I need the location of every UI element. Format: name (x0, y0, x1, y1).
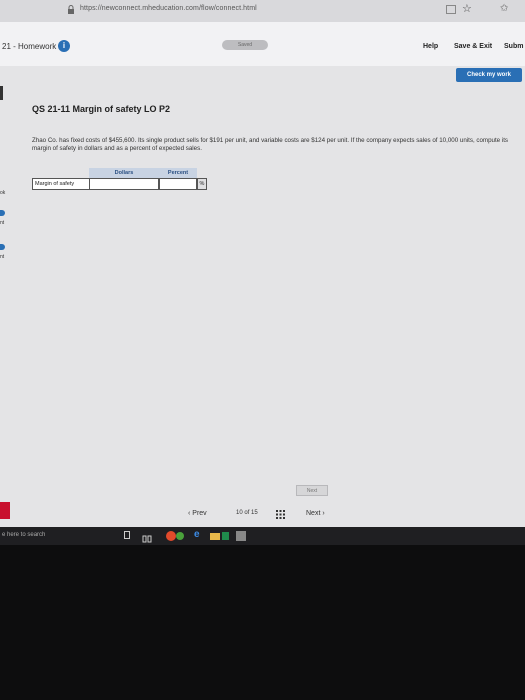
favorites-icon[interactable]: ✩ (500, 3, 508, 14)
save-exit-button[interactable]: Save & Exit (454, 43, 492, 50)
sidebar-label: nt (0, 220, 5, 226)
microphone-icon[interactable] (124, 531, 130, 539)
next-label: Next (306, 510, 321, 517)
row-label-margin-of-safety: Margin of safety (32, 178, 89, 190)
mheducation-logo (0, 502, 10, 519)
sidebar-label: ok (0, 190, 6, 196)
bookmark-star-icon[interactable]: ☆ (462, 2, 472, 15)
chevron-right-icon: › (320, 510, 325, 517)
app-icon[interactable] (176, 532, 184, 540)
taskbar-search[interactable]: e here to search (2, 532, 45, 538)
check-my-work-button[interactable]: Check my work (456, 68, 522, 82)
question-text: Zhao Co. has fixed costs of $455,600. It… (32, 137, 509, 152)
assignment-title: 21 - Homework (2, 42, 57, 51)
screen: https://newconnect.mheducation.com/flow/… (0, 0, 525, 545)
info-icon[interactable]: i (58, 40, 70, 52)
page-current: 10 (236, 510, 243, 516)
store-icon[interactable] (222, 532, 229, 540)
sidebar-label: nt (0, 254, 5, 260)
question-sidebar: ok nt nt (0, 86, 8, 526)
header-dollars: Dollars (89, 168, 159, 178)
next-link[interactable]: Next › (306, 510, 325, 517)
help-button[interactable]: Help (423, 43, 438, 50)
sidebar-indicator[interactable] (0, 244, 5, 250)
folder-icon[interactable] (210, 533, 220, 540)
edge-icon[interactable]: e (194, 529, 204, 540)
percent-symbol: % (197, 178, 207, 190)
sidebar-marker (0, 86, 3, 100)
lock-icon (68, 5, 74, 14)
prev-label: Prev (192, 510, 207, 517)
sidebar-indicator[interactable] (0, 210, 5, 216)
header-percent: Percent (159, 168, 197, 178)
dollars-input[interactable] (89, 178, 159, 190)
percent-input[interactable] (159, 178, 197, 190)
submit-button[interactable]: Subm (504, 43, 523, 50)
saved-indicator: Saved (222, 40, 268, 50)
calculator-icon[interactable] (236, 531, 246, 541)
app-header: 21 - Homework i Saved Help Save & Exit S… (0, 22, 525, 66)
taskbar: e here to search e (0, 527, 525, 545)
url-text[interactable]: https://newconnect.mheducation.com/flow/… (80, 5, 257, 12)
prev-link[interactable]: ‹ Prev (188, 510, 207, 517)
page-total: 15 (251, 510, 258, 516)
page-of: of (244, 510, 250, 516)
grid-icon[interactable] (276, 510, 285, 519)
reader-icon[interactable] (446, 5, 456, 14)
next-button[interactable]: Next (296, 485, 328, 496)
chrome-icon[interactable] (166, 531, 176, 541)
page-indicator: 10 of 15 (236, 510, 258, 516)
question-title: QS 21-11 Margin of safety LO P2 (32, 104, 171, 114)
task-view-icon[interactable] (142, 531, 152, 543)
address-bar[interactable]: https://newconnect.mheducation.com/flow/… (0, 0, 525, 23)
